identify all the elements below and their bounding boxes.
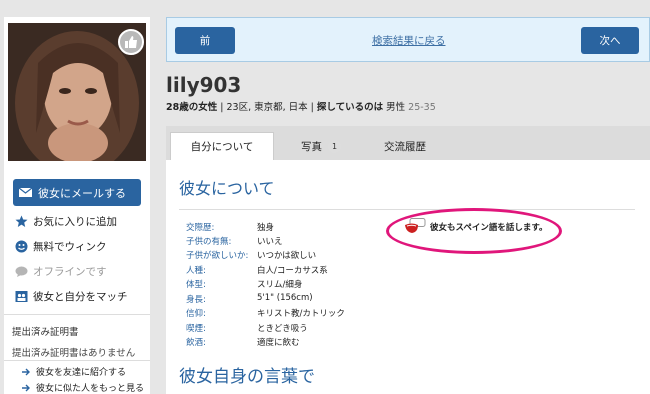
own-words-section-title: 彼女自身の言葉で: [179, 367, 315, 387]
see-similar-link[interactable]: 彼女に似た人をもっと見る: [22, 381, 144, 394]
arrow-right-icon: [22, 368, 30, 375]
highlight-annotation-circle: [386, 208, 562, 254]
detail-row: 身長: 5'1" (156cm): [186, 293, 313, 305]
back-to-results-link[interactable]: 検索結果に戻る: [372, 33, 446, 48]
arrow-right-icon: [22, 384, 30, 391]
sidebar-divider: [4, 360, 150, 361]
match-button[interactable]: 彼女と自分をマッチ: [15, 289, 128, 304]
seeking-age: 25-35: [408, 102, 436, 113]
detail-label: 子供の有無:: [186, 237, 232, 247]
certificates-heading: 提出済み証明書: [12, 327, 79, 338]
refer-friend-link[interactable]: 彼女を友達に紹介する: [22, 365, 126, 378]
mail-icon: [19, 188, 32, 197]
profile-page: 彼女にメールする お気に入りに追加 無料でウィンク オフラインです 彼女と自分を…: [0, 0, 650, 394]
refer-friend-label: 彼女を友達に紹介する: [36, 368, 127, 378]
detail-value: キリスト教/カトリック: [257, 309, 345, 319]
profile-photo[interactable]: [8, 23, 146, 161]
detail-row: 体型: スリム/細身: [186, 278, 302, 290]
seeking-value: 男性: [383, 102, 409, 113]
detail-value: いつかは欲しい: [257, 251, 317, 261]
detail-value: 適度に飲む: [257, 338, 300, 348]
detail-value: いいえ: [257, 237, 283, 247]
detail-row: 交際歴: 独身: [186, 221, 274, 233]
detail-value: ときどき吸う: [257, 324, 308, 334]
thumbs-up-icon: [125, 36, 137, 48]
star-icon: [15, 215, 28, 227]
detail-row: 子供の有無: いいえ: [186, 235, 283, 247]
location: | 23区, 東京都, 日本 |: [217, 102, 317, 113]
detail-label: 交際歴:: [186, 223, 215, 233]
add-favorite-button[interactable]: お気に入りに追加: [15, 214, 117, 229]
tab-history-label: 交流履歴: [384, 140, 426, 153]
detail-row: 子供が欲しいか: いつかは欲しい: [186, 249, 316, 261]
detail-row: 人種: 白人/コーカサス系: [186, 264, 328, 276]
offline-label: オフラインです: [33, 266, 107, 278]
detail-label: 飲酒:: [186, 338, 206, 348]
section-divider: [179, 209, 635, 210]
detail-label: 喫煙:: [186, 324, 206, 334]
seeking-label: 探しているのは: [316, 102, 384, 113]
see-similar-label: 彼女に似た人をもっと見る: [36, 384, 145, 394]
wink-label: 無料でウィンク: [33, 241, 107, 253]
tab-photos[interactable]: 写真 1: [282, 132, 360, 160]
sidebar: 彼女にメールする お気に入りに追加 無料でウィンク オフラインです 彼女と自分を…: [4, 17, 150, 394]
age-gender: 28歳の女性: [166, 102, 218, 113]
tab-photos-label: 写真: [301, 140, 322, 153]
next-button[interactable]: 次へ: [581, 27, 639, 54]
sidebar-divider: [4, 314, 150, 315]
detail-value: 独身: [257, 223, 275, 233]
send-email-button[interactable]: 彼女にメールする: [13, 179, 141, 206]
tab-history[interactable]: 交流履歴: [362, 132, 448, 160]
match-icon: [15, 291, 28, 302]
detail-value: 5'1" (156cm): [257, 293, 313, 303]
chat-bubble-icon: [15, 266, 28, 277]
about-section-title: 彼女について: [179, 179, 275, 198]
detail-label: 信仰:: [186, 309, 206, 319]
like-badge[interactable]: [118, 29, 144, 55]
profile-summary: 28歳の女性 | 23区, 東京都, 日本 | 探しているのは 男性 25-35: [166, 99, 436, 113]
previous-button[interactable]: 前: [175, 27, 235, 54]
search-navigation-bar: 前 検索結果に戻る 次へ: [166, 17, 650, 62]
detail-label: 人種:: [186, 266, 206, 276]
certificates-none-text: 提出済み証明書はありません: [12, 348, 136, 359]
detail-value: スリム/細身: [257, 280, 303, 290]
detail-row: 飲酒: 適度に飲む: [186, 336, 300, 348]
match-label: 彼女と自分をマッチ: [33, 291, 128, 303]
add-favorite-label: お気に入りに追加: [33, 216, 117, 228]
photo-count-badge: 1: [328, 139, 341, 153]
profile-username: lily903: [166, 73, 242, 97]
smiley-icon: [15, 240, 28, 253]
detail-value: 白人/コーカサス系: [257, 266, 328, 276]
detail-row: 喫煙: ときどき吸う: [186, 322, 308, 334]
detail-row: 信仰: キリスト教/カトリック: [186, 307, 345, 319]
detail-label: 身長:: [186, 295, 206, 305]
detail-label: 体型:: [186, 280, 206, 290]
wink-button[interactable]: 無料でウィンク: [15, 239, 107, 254]
send-email-label: 彼女にメールする: [38, 186, 126, 200]
tab-about-label: 自分について: [190, 141, 254, 153]
tab-about[interactable]: 自分について: [170, 132, 274, 160]
detail-label: 子供が欲しいか:: [186, 251, 249, 261]
profile-content: 彼女について 交際歴: 独身 子供の有無: いいえ 子供が欲しいか: いつかは欲…: [166, 160, 650, 394]
chat-offline-status: オフラインです: [15, 264, 107, 279]
